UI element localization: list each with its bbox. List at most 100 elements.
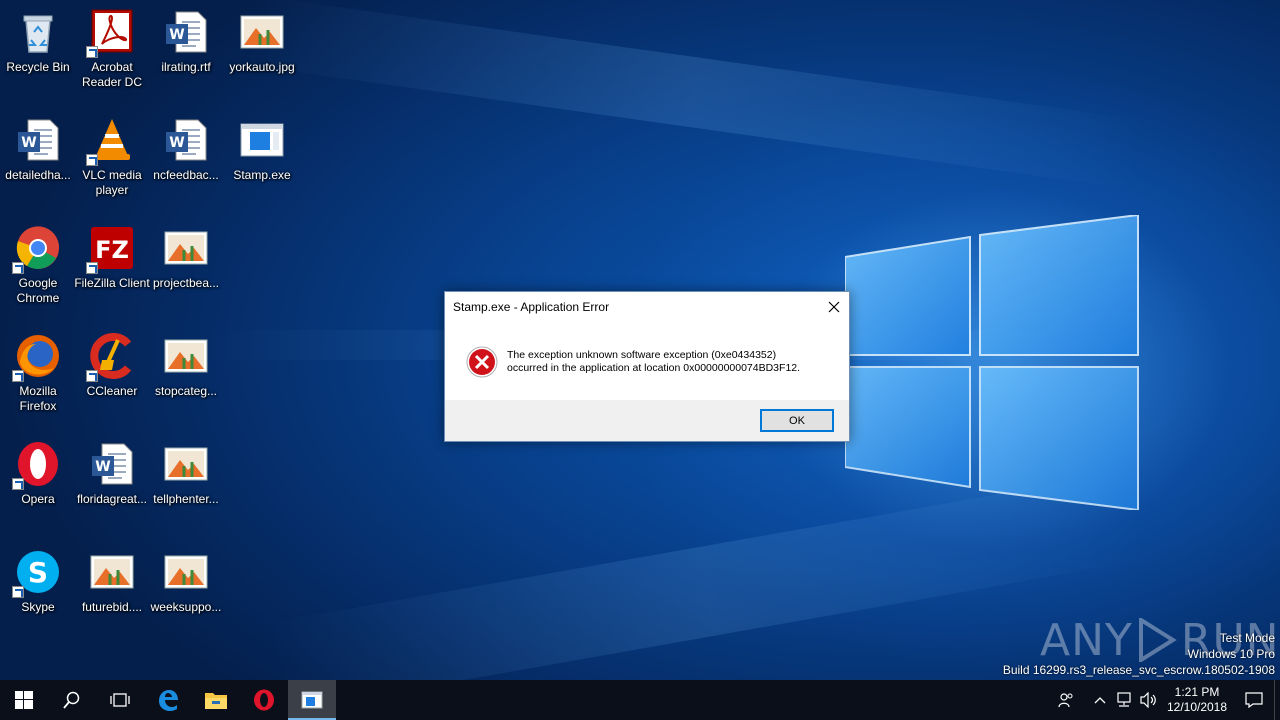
dialog-title: Stamp.exe - Application Error — [453, 300, 610, 314]
desktop-icon-opera[interactable]: Opera — [0, 434, 76, 534]
ccleaner-icon — [86, 332, 136, 382]
image-file-icon — [88, 548, 136, 596]
icon-label: FileZilla Client — [74, 276, 150, 290]
image-file-icon — [162, 440, 210, 488]
desktop-icon-tellphenter[interactable]: tellphenter... — [148, 434, 224, 534]
search-icon — [63, 691, 80, 709]
desktop-icon-recycle-bin[interactable]: Recycle Bin — [0, 2, 76, 102]
close-button[interactable] — [819, 292, 849, 322]
desktop-icon-projectbea[interactable]: projectbea... — [148, 218, 224, 318]
desktop-icon-ncfeedbac[interactable]: W ncfeedbac... — [148, 110, 224, 210]
recycle-bin-icon — [14, 8, 62, 56]
desktop-icon-filezilla[interactable]: FZ FileZilla Client — [74, 218, 150, 318]
taskbar-stamp-exe[interactable] — [288, 680, 336, 720]
desktop-icon-weeksuppo[interactable]: weeksuppo... — [148, 542, 224, 642]
build-label: Build 16299.rs3_release_svc_escrow.18050… — [1002, 663, 1275, 677]
icon-label: futurebid.... — [81, 600, 143, 614]
network-button[interactable] — [1112, 680, 1136, 720]
icon-label: tellphenter... — [153, 492, 219, 506]
ok-button[interactable]: OK — [760, 409, 834, 432]
word-document-icon: W — [14, 116, 62, 164]
word-document-icon: W — [162, 8, 210, 56]
people-button[interactable] — [1054, 680, 1078, 720]
icon-label: ncfeedbac... — [153, 168, 219, 182]
word-document-icon: W — [88, 440, 136, 488]
windows-logo-wallpaper — [845, 215, 1139, 510]
taskbar-edge[interactable] — [144, 680, 192, 720]
desktop-icon-stamp[interactable]: Stamp.exe — [224, 110, 300, 210]
clock-time: 1:21 PM — [1174, 685, 1220, 699]
shortcut-arrow-icon — [86, 46, 98, 58]
icon-label: Recycle Bin — [6, 60, 70, 74]
task-view-button[interactable] — [96, 680, 144, 720]
taskbar-file-explorer[interactable] — [192, 680, 240, 720]
executable-icon — [301, 691, 323, 709]
shortcut-arrow-icon — [86, 154, 98, 166]
desktop-icon-floridagreat[interactable]: W floridagreat... — [74, 434, 150, 534]
application-error-dialog: Stamp.exe - Application Error The except… — [444, 291, 850, 442]
firefox-icon — [12, 332, 62, 382]
desktop-icon-futurebid[interactable]: futurebid.... — [74, 542, 150, 642]
desktop-icon-chrome[interactable]: Google Chrome — [0, 218, 76, 318]
close-icon — [828, 301, 840, 313]
taskbar-clock[interactable]: 1:21 PM 12/10/2018 — [1160, 685, 1234, 715]
error-icon — [466, 346, 498, 378]
desktop-icon-firefox[interactable]: Mozilla Firefox — [0, 326, 76, 426]
image-file-icon — [238, 8, 286, 56]
icon-label: detailedha... — [5, 168, 71, 182]
desktop-icon-yorkauto[interactable]: yorkauto.jpg — [224, 2, 300, 102]
icon-label: Skype — [21, 600, 55, 614]
executable-icon — [238, 116, 286, 164]
desktop-icon-ilrating[interactable]: W ilrating.rtf — [148, 2, 224, 102]
volume-button[interactable] — [1136, 680, 1160, 720]
desktop-icon-skype[interactable]: S Skype — [0, 542, 76, 642]
svg-text:W: W — [169, 27, 184, 43]
system-info: Test Mode Windows 10 Pro Build 16299.rs3… — [1003, 630, 1275, 678]
edge-icon — [159, 690, 178, 711]
clock-date: 12/10/2018 — [1166, 700, 1228, 714]
people-icon — [1058, 693, 1073, 708]
desktop-icon-ccleaner[interactable]: CCleaner — [74, 326, 150, 426]
os-edition-label: Windows 10 Pro — [1187, 647, 1275, 661]
desktop-icon-stopcateg[interactable]: stopcateg... — [148, 326, 224, 426]
icon-label: Google Chrome — [16, 276, 60, 305]
opera-icon — [254, 689, 274, 711]
icon-label: Acrobat Reader DC — [81, 60, 143, 89]
folder-icon — [205, 693, 227, 709]
chrome-icon — [12, 224, 62, 274]
svg-text:W: W — [21, 135, 36, 151]
icon-label: floridagreat... — [76, 492, 148, 506]
shortcut-arrow-icon — [86, 370, 98, 382]
desktop[interactable]: Recycle Bin Acrobat Reader DC W ilrating… — [0, 0, 1280, 680]
word-document-icon: W — [162, 116, 210, 164]
network-icon — [1117, 692, 1131, 707]
opera-icon — [12, 440, 62, 490]
image-file-icon — [162, 224, 210, 272]
acrobat-icon — [86, 8, 136, 58]
taskbar-opera[interactable] — [240, 680, 288, 720]
icon-label: weeksuppo... — [150, 600, 222, 614]
show-desktop-button[interactable] — [1274, 680, 1280, 720]
svg-text:FZ: FZ — [95, 236, 129, 264]
speaker-icon — [1140, 692, 1156, 708]
shortcut-arrow-icon — [86, 262, 98, 274]
desktop-icon-detailedha[interactable]: W detailedha... — [0, 110, 76, 210]
icon-label: ilrating.rtf — [161, 60, 211, 74]
desktop-icon-acrobat[interactable]: Acrobat Reader DC — [74, 2, 150, 102]
show-hidden-icons-button[interactable] — [1088, 680, 1112, 720]
shortcut-arrow-icon — [12, 586, 24, 598]
shortcut-arrow-icon — [12, 478, 24, 490]
start-button[interactable] — [0, 680, 48, 720]
icon-label: Opera — [21, 492, 55, 506]
shortcut-arrow-icon — [12, 262, 24, 274]
action-center-button[interactable] — [1234, 680, 1274, 720]
skype-icon: S — [12, 548, 62, 598]
notification-icon — [1245, 692, 1263, 708]
svg-text:W: W — [95, 459, 110, 475]
system-tray: 1:21 PM 12/10/2018 — [1054, 680, 1280, 720]
error-message-line: occurred in the application at location … — [507, 362, 801, 374]
search-button[interactable] — [48, 680, 96, 720]
image-file-icon — [162, 548, 210, 596]
desktop-icon-vlc[interactable]: VLC media player — [74, 110, 150, 210]
filezilla-icon: FZ — [86, 224, 136, 274]
